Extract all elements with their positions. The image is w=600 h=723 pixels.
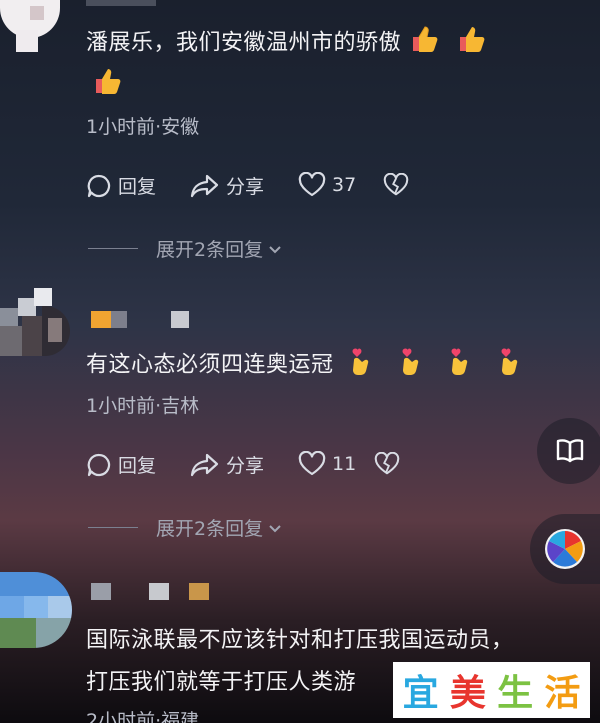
app-shortcut-button[interactable]: [530, 514, 600, 584]
divider-line: [88, 248, 138, 249]
share-icon: [190, 453, 219, 476]
comment-body: 有这心态必须四连奥运冠: [86, 352, 334, 378]
comment-text: 潘展乐，我们安徽温州市的骄傲: [86, 24, 566, 63]
reply-icon: [87, 453, 111, 476]
dislike-button[interactable]: [383, 172, 409, 201]
heart-icon: [298, 451, 326, 476]
username-redacted[interactable]: [91, 311, 191, 329]
avatar[interactable]: [0, 572, 72, 648]
like-button[interactable]: 11: [298, 451, 356, 477]
comment-meta: 1小时前·安徽: [86, 116, 200, 138]
watermark-logo: 宜 美 生 活: [393, 662, 590, 718]
reply-icon: [87, 174, 111, 197]
book-icon: [556, 439, 584, 463]
chevron-down-icon: [269, 245, 281, 253]
expand-replies-button[interactable]: 展开2条回复: [88, 514, 283, 541]
divider-line: [88, 527, 138, 528]
thumbs-up-icon: [92, 66, 124, 100]
comment-body: 国际泳联最不应该针对和打压我国运动员，: [86, 628, 514, 653]
heart-icon: [298, 172, 326, 197]
watermark-char: 宜: [402, 673, 439, 714]
comment-meta: 1小时前·吉林: [86, 395, 200, 417]
avatar[interactable]: [0, 0, 70, 55]
avatar[interactable]: [0, 288, 72, 364]
expand-replies-button[interactable]: 展开2条回复: [88, 235, 283, 262]
share-button[interactable]: 分享: [190, 172, 264, 199]
comment-body: 潘展乐，我们安徽温州市的骄傲: [86, 30, 402, 56]
finger-heart-icon: [446, 346, 472, 385]
share-icon: [190, 174, 219, 197]
thumbs-up-icon: [456, 24, 488, 63]
share-button[interactable]: 分享: [190, 451, 264, 478]
broken-heart-icon: [374, 451, 400, 475]
reply-button[interactable]: 回复: [86, 451, 156, 478]
app-logo-icon: [545, 529, 585, 569]
watermark-char: 美: [449, 673, 486, 714]
reply-button[interactable]: 回复: [86, 172, 156, 199]
username-redacted[interactable]: [86, 0, 156, 6]
comment-text: 有这心态必须四连奥运冠: [86, 346, 556, 385]
comment-meta: 2小时前·福建: [86, 710, 200, 723]
watermark-char: 生: [497, 673, 534, 714]
dislike-button[interactable]: [374, 451, 400, 480]
chevron-down-icon: [269, 524, 281, 532]
read-mode-button[interactable]: [537, 418, 600, 484]
finger-heart-icon: [496, 346, 522, 385]
finger-heart-icon: [347, 346, 373, 385]
broken-heart-icon: [383, 172, 409, 196]
finger-heart-icon: [397, 346, 423, 385]
username-redacted[interactable]: [91, 583, 211, 601]
watermark-char: 活: [544, 673, 581, 714]
thumbs-up-icon: [409, 24, 441, 63]
like-button[interactable]: 37: [298, 172, 356, 198]
